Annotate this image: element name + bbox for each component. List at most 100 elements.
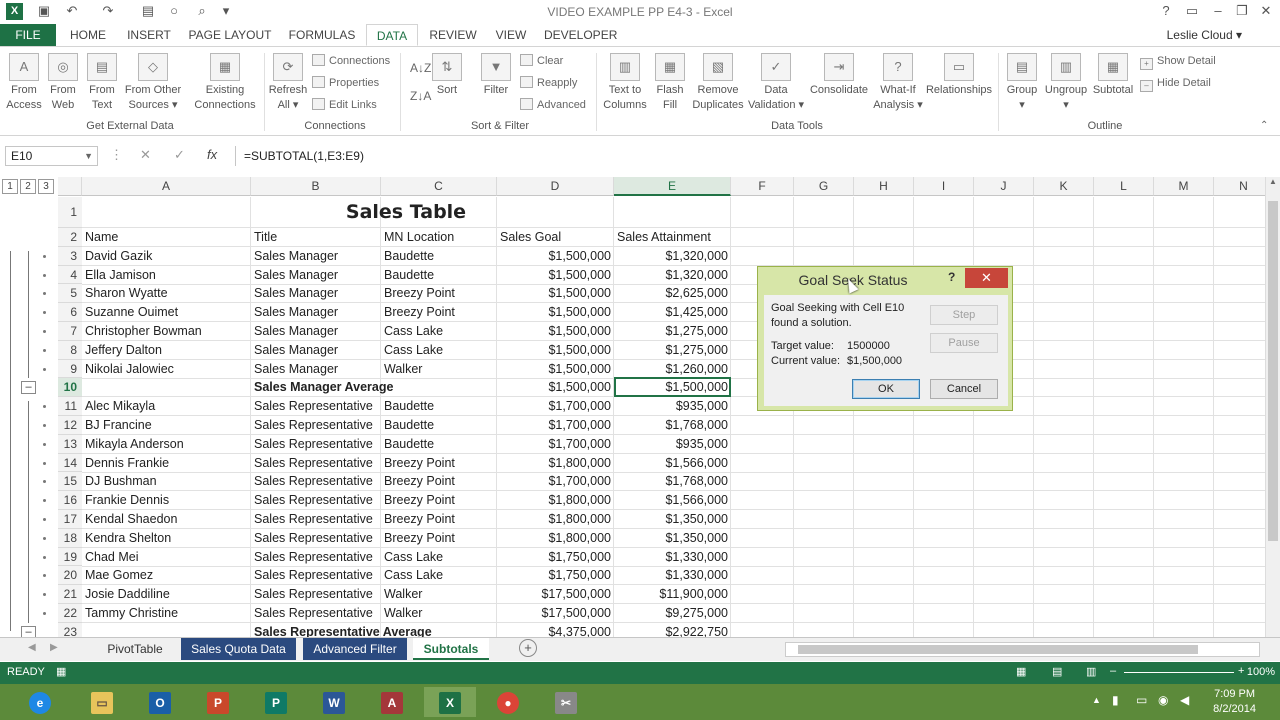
snipping-tool-icon[interactable]: ✂ (540, 687, 592, 717)
data-validation-button[interactable]: ✓ Data Validation ▾ (746, 53, 806, 113)
tab-view[interactable]: VIEW (490, 24, 532, 46)
column-header-d[interactable]: D (497, 177, 614, 196)
name-cell[interactable]: Alec Mikayla (82, 397, 251, 416)
file-explorer-icon[interactable]: ▭ (76, 687, 128, 717)
sales-goal-cell[interactable]: $1,500,000 (497, 303, 614, 322)
from-access-button[interactable]: A From Access (4, 53, 44, 113)
sales-goal-cell[interactable]: $1,500,000 (497, 360, 614, 379)
row-header[interactable]: 11 (58, 397, 82, 416)
filter-button[interactable]: ▼ Filter (478, 53, 514, 98)
system-clock[interactable]: 7:09 PM 8/2/2014 (1213, 687, 1256, 717)
sales-attainment-cell[interactable]: $1,320,000 (614, 266, 731, 285)
sales-attainment-cell[interactable]: $1,350,000 (614, 529, 731, 548)
dialog-close-button[interactable]: ✕ (965, 268, 1008, 288)
name-cell[interactable]: Nikolai Jalowiec (82, 360, 251, 379)
consolidate-button[interactable]: ⇥ Consolidate (808, 53, 870, 98)
header-cell[interactable]: MN Location (381, 228, 497, 247)
horizontal-scrollbar[interactable] (785, 642, 1260, 657)
location-cell[interactable]: Cass Lake (381, 566, 497, 585)
prev-sheet-icon[interactable]: ◀ (28, 642, 36, 653)
worksheet-grid[interactable]: ABCDEFGHIJKLMN 1 Sales Table 2 Name Title MN … (0, 177, 1265, 637)
name-cell[interactable]: David Gazik (82, 247, 251, 266)
insert-function-icon[interactable]: fx (207, 147, 217, 162)
name-cell[interactable]: DJ Bushman (82, 472, 251, 491)
header-cell[interactable]: Title (251, 228, 381, 247)
location-cell[interactable]: Breezy Point (381, 472, 497, 491)
ie-icon[interactable]: e (14, 687, 66, 717)
collapse-ribbon-icon[interactable]: ⌃ (1260, 117, 1268, 135)
row-header[interactable]: 4 (58, 265, 82, 285)
sales-attainment-cell[interactable]: $935,000 (614, 435, 731, 454)
sales-goal-cell[interactable]: $1,500,000 (497, 284, 614, 303)
wifi-icon[interactable]: ◉ (1158, 693, 1168, 707)
location-cell[interactable]: Walker (381, 585, 497, 604)
location-cell[interactable]: Baudette (381, 247, 497, 266)
connections-button[interactable]: Connections (312, 52, 390, 70)
sales-goal-cell[interactable]: $17,500,000 (497, 604, 614, 623)
location-cell[interactable]: Walker (381, 360, 497, 379)
name-cell[interactable]: Kendal Shaedon (82, 510, 251, 529)
sheet-tab-advanced-filter[interactable]: Advanced Filter (303, 638, 407, 660)
outline-collapse-button[interactable]: – (21, 625, 36, 637)
tab-data[interactable]: DATA (366, 24, 418, 46)
location-cell[interactable]: Breezy Point (381, 303, 497, 322)
next-sheet-icon[interactable]: ▶ (50, 642, 58, 653)
sheet-tab-pivottable[interactable]: PivotTable (95, 638, 175, 660)
show-hidden-icons-icon[interactable]: ▲ (1092, 695, 1101, 705)
name-cell[interactable]: Mikayla Anderson (82, 435, 251, 454)
new-sheet-icon[interactable]: + (519, 639, 537, 657)
page-break-view-icon[interactable]: ▥ (1086, 665, 1096, 678)
pause-button[interactable]: Pause (930, 333, 998, 353)
ok-button[interactable]: OK (852, 379, 920, 399)
name-cell[interactable]: Sharon Wyatte (82, 284, 251, 303)
maximize-icon[interactable]: ❐ (1232, 2, 1252, 20)
select-all-corner[interactable] (58, 177, 82, 196)
row-header[interactable]: 3 (58, 246, 82, 266)
clear-button[interactable]: Clear (520, 52, 563, 70)
vertical-scrollbar[interactable]: ▲ (1265, 177, 1280, 637)
location-cell[interactable]: Baudette (381, 397, 497, 416)
sales-goal-cell[interactable]: $1,800,000 (497, 454, 614, 473)
hide-detail-button[interactable]: – Hide Detail (1140, 74, 1211, 92)
group-button[interactable]: ▤ Group ▾ (1002, 53, 1042, 113)
sales-goal-cell[interactable]: $17,500,000 (497, 585, 614, 604)
show-detail-button[interactable]: + Show Detail (1140, 52, 1216, 70)
tab-page-layout[interactable]: PAGE LAYOUT (186, 24, 274, 46)
page-layout-view-icon[interactable]: ▤ (1052, 665, 1062, 678)
sales-attainment-cell[interactable]: $1,566,000 (614, 491, 731, 510)
sales-goal-cell[interactable]: $1,500,000 (497, 266, 614, 285)
sales-attainment-cell[interactable]: $9,275,000 (614, 604, 731, 623)
sales-goal-cell[interactable]: $1,800,000 (497, 529, 614, 548)
sheet-title[interactable]: Sales Table (82, 197, 730, 227)
from-other-sources-button[interactable]: ◇ From Other Sources ▾ (122, 53, 184, 113)
row-header[interactable]: 12 (58, 416, 82, 435)
chrome-icon[interactable]: ● (482, 687, 534, 717)
what-if-analysis-button[interactable]: ? What-If Analysis ▾ (872, 53, 924, 113)
subtotal-button[interactable]: ▦ Subtotal (1090, 53, 1136, 98)
name-cell[interactable]: Christopher Bowman (82, 322, 251, 341)
name-cell[interactable]: Mae Gomez (82, 566, 251, 585)
ribbon-display-icon[interactable]: ▭ (1182, 2, 1202, 20)
sales-goal-cell[interactable]: $1,750,000 (497, 566, 614, 585)
location-cell[interactable]: Cass Lake (381, 322, 497, 341)
location-cell[interactable]: Walker (381, 604, 497, 623)
row-header[interactable]: 22 (58, 604, 82, 623)
zoom-in-icon[interactable]: + (1238, 665, 1244, 677)
volume-icon[interactable]: ◀ (1180, 693, 1189, 707)
column-header-m[interactable]: M (1154, 177, 1214, 196)
sales-attainment-cell[interactable]: $2,625,000 (614, 284, 731, 303)
header-cell[interactable]: Name (82, 228, 251, 247)
tab-home[interactable]: HOME (64, 24, 112, 46)
cancel-entry-icon[interactable]: ✕ (140, 147, 151, 163)
row-header[interactable]: 16 (58, 491, 82, 510)
sales-goal-cell[interactable]: $1,500,000 (497, 378, 614, 397)
location-cell[interactable]: Baudette (381, 416, 497, 435)
properties-button[interactable]: Properties (312, 74, 379, 92)
row-header[interactable]: 15 (58, 472, 82, 492)
column-header-h[interactable]: H (854, 177, 914, 196)
cancel-button[interactable]: Cancel (930, 379, 998, 399)
outline-collapse-button[interactable]: – (21, 381, 36, 395)
sales-goal-cell[interactable]: $1,700,000 (497, 435, 614, 454)
refresh-all-button[interactable]: ⟳ Refresh All ▾ (268, 53, 308, 113)
column-header-b[interactable]: B (251, 177, 381, 196)
